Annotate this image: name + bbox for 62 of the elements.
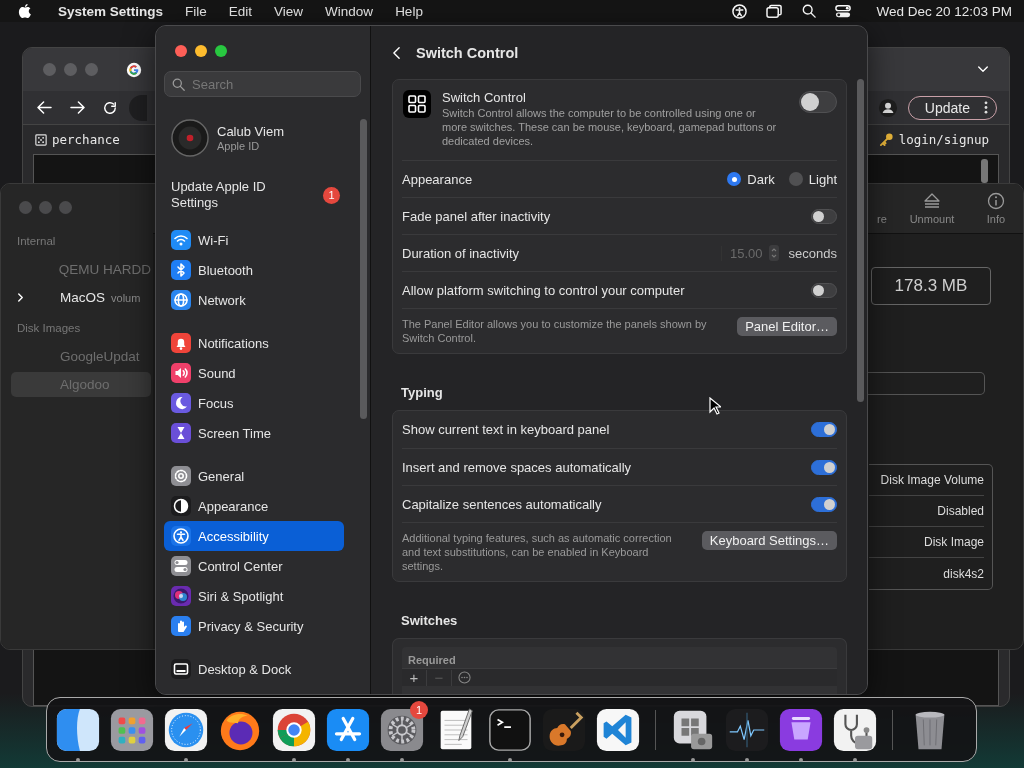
column-header: Required [407, 653, 457, 668]
menu-item[interactable]: Window [325, 3, 374, 19]
feature-description: Switch Control allows the computer to be controlled using one or more switches. These can be mouse, keyboard, gamepad buttons or dedicated devices. [442, 106, 778, 148]
section-heading: Typing [401, 385, 444, 400]
sidebar-item[interactable]: MacOS volum [11, 285, 151, 310]
sidebar-item[interactable]: Notifications [164, 328, 344, 358]
setting-label: Allow platform switching to control your computer [402, 282, 685, 298]
info-value: Disk Image [869, 527, 984, 558]
clock[interactable]: Wed Dec 20 12:03 PM [876, 3, 1012, 19]
account-subtitle: Apple ID [217, 140, 261, 152]
radio-option[interactable]: Dark [727, 171, 775, 187]
sidebar-item[interactable]: Screen Time [164, 418, 344, 448]
sidebar-item[interactable]: Desktop & Dock [164, 654, 344, 684]
section-heading: Disk Images [16, 322, 82, 334]
setting-label: Show current text in keyboard panel [402, 422, 610, 437]
note-text: Additional typing features, such as automatic correction and text substitutions, can be enabled in Keyboard settings. [402, 531, 673, 573]
menu-item[interactable]: Edit [228, 3, 253, 19]
sidebar-item[interactable]: Bluetooth [164, 255, 344, 285]
toolbar-button[interactable]: Info [981, 192, 1011, 225]
notice-item[interactable]: Update Apple ID Settings 1 [164, 178, 362, 212]
toolbar-button[interactable]: re [867, 192, 897, 225]
app-menu[interactable]: System Settings [58, 3, 164, 19]
menu-item[interactable]: File [185, 3, 207, 19]
note-text: The Panel Editor allows you to customize the panels shown by Switch Control. [402, 317, 708, 345]
sidebar-item[interactable]: Accessibility [164, 521, 344, 551]
bookmark-link[interactable]: perchance [35, 132, 120, 147]
settings-button[interactable]: Panel Editor… [737, 317, 837, 336]
sidebar-item[interactable]: Privacy & Security [164, 611, 344, 641]
toolbar-button[interactable]: Unmount [899, 192, 965, 225]
menu-item[interactable]: View [274, 3, 304, 19]
menu-item[interactable]: Help [395, 3, 423, 19]
login-link[interactable]: login/signup [878, 132, 989, 147]
setting-label: Duration of inactivity [402, 245, 520, 261]
sidebar-item[interactable]: Network [164, 285, 344, 315]
account-item[interactable]: Calub Viem Apple ID [164, 118, 362, 158]
sidebar-item[interactable]: Appearance [164, 491, 344, 521]
page-title: Switch Control [416, 44, 519, 61]
search-field[interactable]: Search [164, 71, 361, 97]
radio-option[interactable]: Light [788, 171, 837, 187]
feature-title: Switch Control [442, 90, 527, 105]
info-value: Disabled [869, 496, 984, 527]
setting-label: Insert and remove spaces automatically [402, 459, 632, 475]
notification-badge: 1 [323, 186, 340, 204]
info-value: Disk Image Volume [869, 465, 984, 496]
table-button[interactable]: + [402, 669, 427, 686]
sidebar-item[interactable]: Siri & Spotlight [164, 581, 344, 611]
sidebar-item[interactable]: General [164, 461, 344, 491]
unit-label: seconds [788, 245, 837, 261]
capacity-label: 178.3 MB [871, 267, 991, 305]
section-heading: Internal [16, 235, 57, 247]
settings-button[interactable]: Keyboard Settings… [701, 531, 837, 550]
sidebar-item[interactable]: Focus [164, 388, 344, 418]
notification-badge: 1 [410, 700, 428, 719]
setting-label: Capitalize sentences automatically [402, 496, 602, 512]
account-name: Calub Viem [217, 124, 284, 139]
setting-label: Fade panel after inactivity [402, 208, 551, 224]
sidebar-item[interactable]: Control Center [164, 551, 344, 581]
info-value: disk4s2 [942, 565, 984, 583]
section-heading: Switches [401, 613, 459, 628]
sidebar-item[interactable]: Wi-Fi [164, 225, 344, 255]
sidebar-item[interactable]: Sound [164, 358, 344, 388]
setting-label: Appearance [402, 171, 473, 187]
